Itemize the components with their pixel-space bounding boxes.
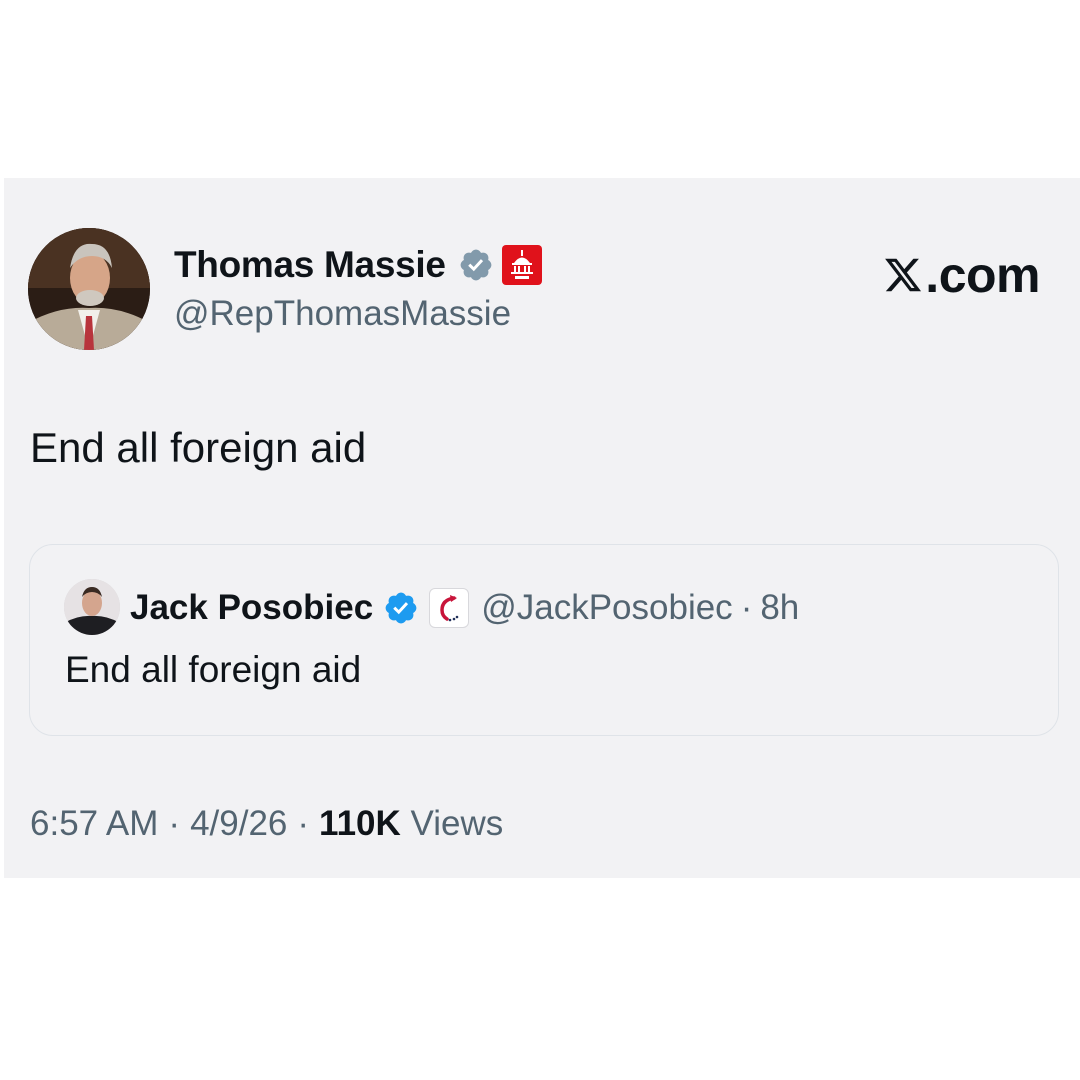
quoted-author-avatar[interactable] xyxy=(64,579,120,635)
author-avatar-image xyxy=(28,228,150,350)
org-badge-glyph xyxy=(440,595,459,622)
tweet-card: Thomas Massie @RepThomasMassie .com End … xyxy=(4,178,1080,878)
quoted-avatar-image xyxy=(64,579,120,635)
gray-verified-icon[interactable] xyxy=(458,247,494,283)
quoted-handle[interactable]: @JackPosobiec xyxy=(481,588,732,628)
x-logo-icon xyxy=(885,258,922,292)
quoted-timestamp[interactable]: 8h xyxy=(760,588,799,628)
site-label: .com xyxy=(925,247,1040,303)
org-badge-icon[interactable] xyxy=(429,588,470,628)
views-label: Views xyxy=(410,804,504,843)
quoted-header: Jack Posobiec @JackPosobiec · 8h xyxy=(130,583,799,633)
site-brand: .com xyxy=(883,246,1040,304)
tweet-time[interactable]: 6:57 AM xyxy=(30,804,158,843)
capitol-badge-icon[interactable] xyxy=(501,245,542,285)
meta-separator: · xyxy=(297,804,310,843)
tweet-text: End all foreign aid xyxy=(30,424,367,471)
author-handle[interactable]: @RepThomasMassie xyxy=(174,294,511,334)
quoted-separator: · xyxy=(740,588,753,627)
blue-verified-icon[interactable] xyxy=(383,590,419,626)
tweet-date[interactable]: 4/9/26 xyxy=(190,804,287,843)
quoted-tweet-text: End all foreign aid xyxy=(65,649,362,690)
author-avatar[interactable] xyxy=(28,228,150,350)
quoted-tweet[interactable]: Jack Posobiec @JackPosobiec · 8h End all… xyxy=(29,544,1059,736)
meta-separator: · xyxy=(168,804,181,843)
tweet-meta: 6:57 AM · 4/9/26 · 110K Views xyxy=(30,804,503,844)
author-name-row: Thomas Massie xyxy=(174,240,542,290)
views-count: 110K xyxy=(319,804,401,843)
quoted-display-name[interactable]: Jack Posobiec xyxy=(130,588,373,628)
author-display-name[interactable]: Thomas Massie xyxy=(174,244,446,286)
capitol-icon xyxy=(510,250,533,279)
